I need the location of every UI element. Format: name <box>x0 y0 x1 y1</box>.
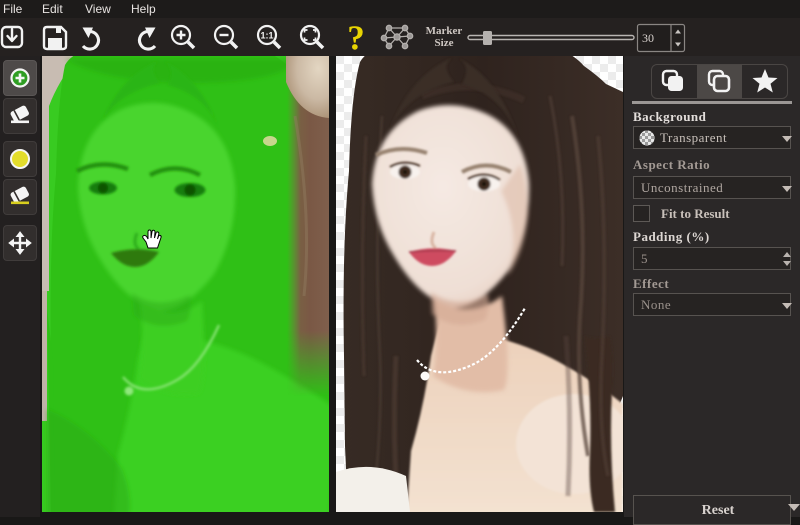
svg-text:Marker: Marker <box>426 25 463 37</box>
svg-text:?: ? <box>347 19 365 57</box>
svg-text:Size: Size <box>435 37 454 49</box>
svg-text:1:1: 1:1 <box>260 31 273 41</box>
svg-text:30: 30 <box>642 31 654 45</box>
